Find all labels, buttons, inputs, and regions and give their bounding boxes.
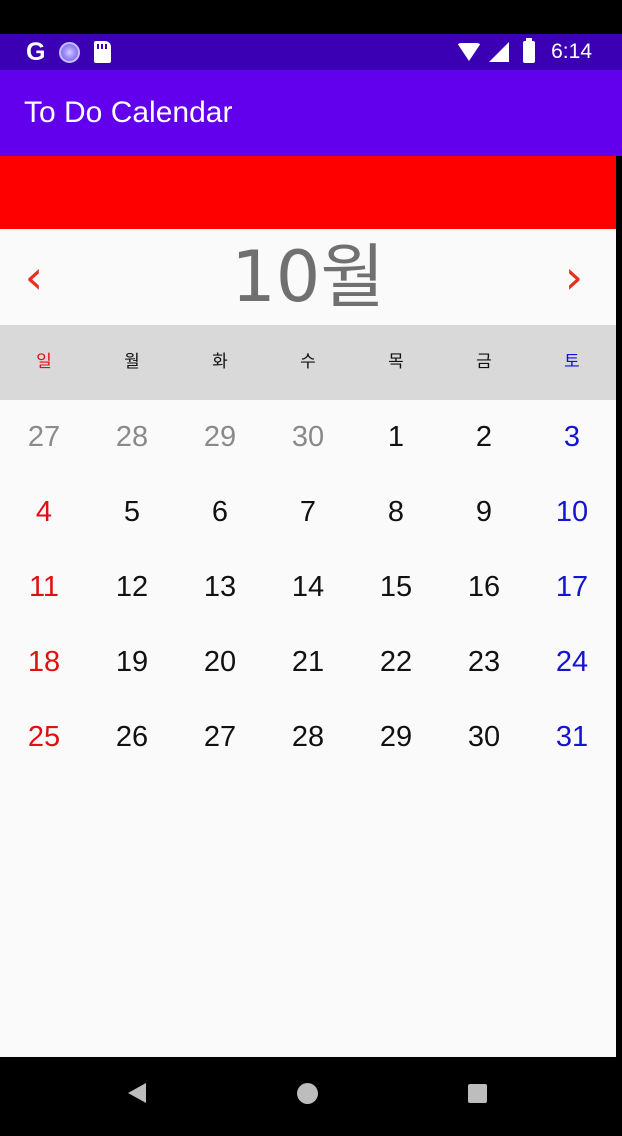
weekday-monday: 월 xyxy=(124,352,140,372)
google-icon: G xyxy=(26,38,46,66)
home-icon[interactable] xyxy=(297,1083,318,1104)
day-cell[interactable]: 2 xyxy=(440,400,528,475)
day-cell[interactable]: 31 xyxy=(528,700,616,775)
day-cell[interactable]: 27 xyxy=(176,700,264,775)
day-cell[interactable]: 24 xyxy=(528,625,616,700)
battery-icon xyxy=(523,38,536,63)
status-bar: G 6:14 xyxy=(0,34,622,70)
weekday-friday: 금 xyxy=(476,352,492,372)
weekday-thursday: 목 xyxy=(388,352,404,372)
day-cell[interactable]: 1 xyxy=(352,400,440,475)
top-inset xyxy=(0,0,622,34)
day-cell[interactable]: 26 xyxy=(88,700,176,775)
day-cell[interactable]: 5 xyxy=(88,475,176,550)
day-cell[interactable]: 16 xyxy=(440,550,528,625)
day-cell[interactable]: 28 xyxy=(264,700,352,775)
day-cell[interactable]: 29 xyxy=(176,400,264,475)
day-cell[interactable]: 9 xyxy=(440,475,528,550)
day-cell[interactable]: 7 xyxy=(264,475,352,550)
app-title: To Do Calendar xyxy=(24,96,233,129)
day-cell[interactable]: 19 xyxy=(88,625,176,700)
status-left-icons: G xyxy=(26,34,112,70)
weekday-sunday: 일 xyxy=(36,352,52,372)
day-cell[interactable]: 23 xyxy=(440,625,528,700)
day-cell[interactable]: 30 xyxy=(264,400,352,475)
sd-card-icon xyxy=(94,41,112,63)
day-cell[interactable]: 20 xyxy=(176,625,264,700)
day-cell[interactable]: 8 xyxy=(352,475,440,550)
day-cell[interactable]: 17 xyxy=(528,550,616,625)
day-cell[interactable]: 21 xyxy=(264,625,352,700)
weekday-wednesday: 수 xyxy=(300,352,316,372)
weekday-saturday: 토 xyxy=(564,352,580,372)
app-bar: To Do Calendar xyxy=(0,70,622,156)
wifi-icon xyxy=(457,43,482,61)
day-grid: 27 28 29 30 1 2 3 4 5 6 7 8 9 10 11 12 13 14 15 16 17 18 19 20 2… xyxy=(0,400,616,775)
month-header: ‹ 10월 › xyxy=(0,229,616,325)
right-edge xyxy=(616,156,622,1057)
day-cell[interactable]: 6 xyxy=(176,475,264,550)
system-nav-bar xyxy=(0,1057,622,1136)
day-cell[interactable]: 27 xyxy=(0,400,88,475)
day-cell[interactable]: 11 xyxy=(0,550,88,625)
weekday-header: 일 월 화 수 목 금 토 xyxy=(0,325,616,400)
status-time: 6:14 xyxy=(551,40,592,63)
previous-month-button[interactable]: ‹ xyxy=(8,249,60,305)
day-cell[interactable]: 4 xyxy=(0,475,88,550)
day-cell[interactable]: 29 xyxy=(352,700,440,775)
signal-icon xyxy=(489,42,510,62)
day-cell[interactable]: 3 xyxy=(528,400,616,475)
day-cell[interactable]: 10 xyxy=(528,475,616,550)
recents-icon[interactable] xyxy=(468,1084,487,1103)
day-cell[interactable]: 18 xyxy=(0,625,88,700)
day-cell[interactable]: 25 xyxy=(0,700,88,775)
day-cell[interactable]: 14 xyxy=(264,550,352,625)
next-month-button[interactable]: › xyxy=(548,249,600,305)
day-cell[interactable]: 12 xyxy=(88,550,176,625)
day-cell[interactable]: 28 xyxy=(88,400,176,475)
month-title: 10월 xyxy=(231,236,385,318)
day-cell[interactable]: 30 xyxy=(440,700,528,775)
red-banner xyxy=(0,156,616,229)
back-icon[interactable] xyxy=(128,1083,146,1103)
status-right-icons: 6:14 xyxy=(457,34,592,70)
day-cell[interactable]: 22 xyxy=(352,625,440,700)
calendar-view: ‹ 10월 › 일 월 화 수 목 금 토 27 28 29 30 1 2 3 4 5 6 7 8 9 1… xyxy=(0,229,616,1057)
weekday-tuesday: 화 xyxy=(212,352,228,372)
circle-icon xyxy=(59,41,81,63)
day-cell[interactable]: 13 xyxy=(176,550,264,625)
day-cell[interactable]: 15 xyxy=(352,550,440,625)
